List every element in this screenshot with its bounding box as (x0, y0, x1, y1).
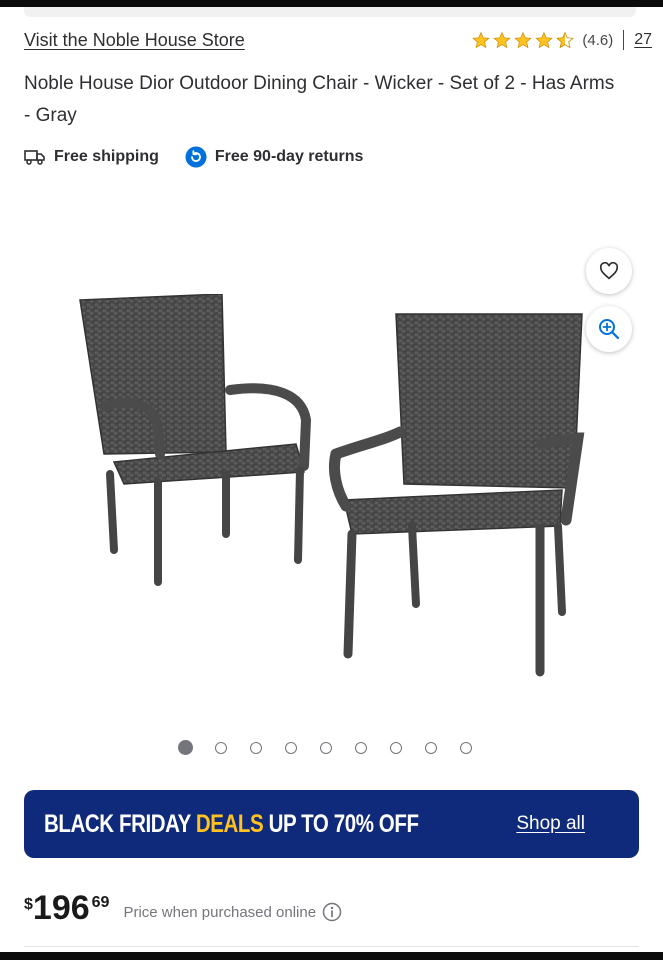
banner-text-part: BLACK FRIDAY (44, 809, 196, 838)
carousel-dot[interactable] (250, 741, 262, 754)
price-note-text: Price when purchased online (123, 903, 317, 921)
bottom-bar (0, 952, 663, 960)
star-icon (472, 31, 491, 48)
perk-free-returns: Free 90-day returns (185, 146, 364, 168)
black-friday-banner[interactable]: BLACK FRIDAY DEALS UP TO 70% OFF Shop al… (24, 790, 639, 858)
chair-right (328, 313, 585, 677)
store-row: Visit the Noble House Store (4.6) 27 (24, 26, 652, 54)
star-rating (471, 31, 576, 50)
star-icon (535, 31, 554, 48)
carousel-dot[interactable] (425, 741, 437, 754)
review-count-link[interactable]: 27 (634, 31, 652, 49)
truck-icon (24, 150, 45, 165)
carousel-dot[interactable] (285, 741, 297, 754)
rating[interactable]: (4.6) 27 (471, 30, 652, 50)
returns-icon (185, 146, 207, 168)
carousel-dot[interactable] (460, 741, 472, 754)
divider (24, 946, 639, 947)
banner-text-part: UP TO 70% OFF (263, 809, 419, 838)
rating-value: (4.6) (582, 31, 614, 49)
shop-all-link[interactable]: Shop all (516, 813, 585, 835)
zoom-in-icon (599, 319, 620, 340)
perk-label: Free shipping (54, 148, 159, 165)
carousel-dot[interactable] (178, 740, 193, 755)
price-cents: 69 (91, 894, 110, 911)
info-icon[interactable] (322, 902, 342, 922)
visit-store-link[interactable]: Visit the Noble House Store (24, 30, 245, 51)
carousel-dot[interactable] (320, 741, 332, 754)
star-icon (514, 31, 533, 48)
carousel-dot[interactable] (215, 741, 227, 754)
chair-left (79, 294, 312, 586)
product-image (79, 294, 585, 677)
star-icon (493, 31, 512, 48)
price-row: $ 196 69 Price when purchased online (24, 888, 342, 928)
banner-text: BLACK FRIDAY DEALS UP TO 70% OFF (44, 810, 419, 839)
banner-highlight: DEALS (195, 809, 264, 838)
product-title: Noble House Dior Outdoor Dining Chair - … (24, 73, 615, 126)
half-star-icon (556, 31, 575, 48)
product-image-gallery[interactable] (24, 230, 639, 730)
perk-label: Free 90-day returns (214, 148, 364, 165)
carousel-dot[interactable] (355, 741, 367, 754)
price-dollars: 196 (32, 889, 90, 927)
perk-free-shipping: Free shipping (24, 148, 159, 166)
carousel-dot[interactable] (390, 741, 402, 754)
top-bar (0, 0, 663, 7)
heart-icon (599, 262, 619, 280)
rating-divider (623, 30, 625, 50)
image-carousel-dots (178, 740, 495, 755)
perks-row: Free shipping Free 90-day returns (24, 146, 389, 168)
price: $ 196 69 (24, 888, 109, 928)
price-currency: $ (24, 896, 33, 913)
top-strip (24, 7, 636, 17)
favorite-button[interactable] (586, 248, 632, 294)
zoom-button[interactable] (586, 306, 632, 352)
price-note: Price when purchased online (123, 902, 342, 922)
